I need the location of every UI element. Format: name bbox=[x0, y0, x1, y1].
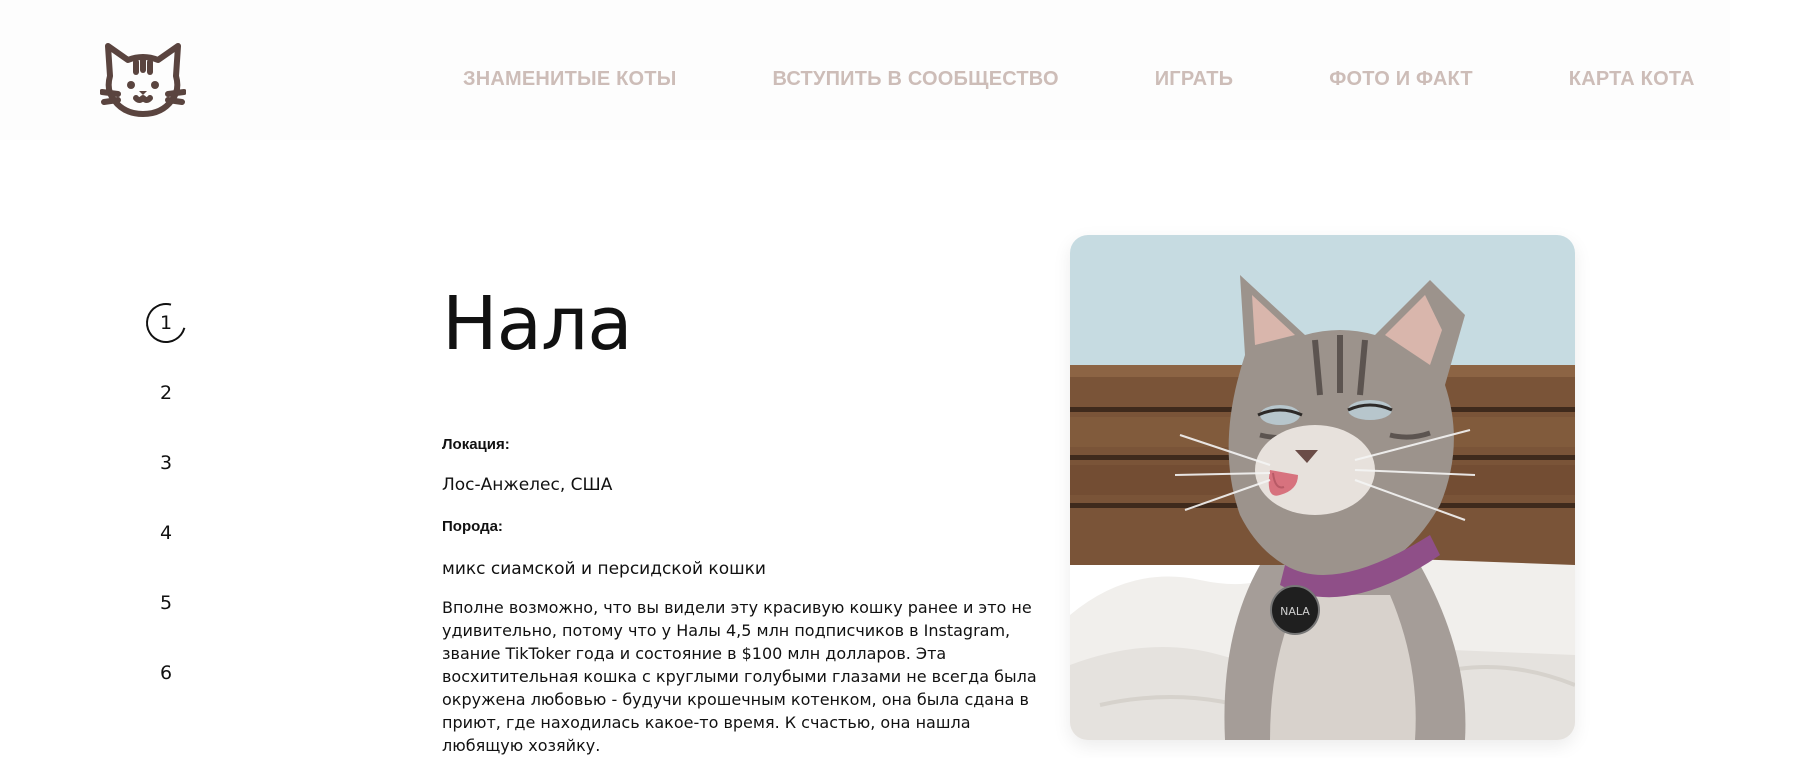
cat-description: Вполне возможно, что вы видели эту краси… bbox=[442, 598, 1037, 755]
breed-value: микс сиамской и персидской кошки bbox=[442, 559, 766, 579]
pager-item-4[interactable]: 4 bbox=[145, 512, 187, 554]
location-label: Локация: bbox=[442, 436, 510, 453]
pager-item-1[interactable]: 1 bbox=[145, 302, 187, 344]
breed-label: Порода: bbox=[442, 518, 503, 535]
pager-item-6[interactable]: 6 bbox=[145, 652, 187, 694]
cat-logo-icon[interactable] bbox=[100, 40, 186, 120]
pager-item-3[interactable]: 3 bbox=[145, 442, 187, 484]
main-nav: ЗНАМЕНИТЫЕ КОТЫ ВСТУПИТЬ В СООБЩЕСТВО ИГ… bbox=[463, 68, 1695, 91]
nav-famous-cats[interactable]: ЗНАМЕНИТЫЕ КОТЫ bbox=[463, 68, 677, 91]
location-value: Лос-Анжелес, США bbox=[442, 475, 613, 495]
pager-item-5[interactable]: 5 bbox=[145, 582, 187, 624]
pager-item-2[interactable]: 2 bbox=[145, 372, 187, 414]
cat-photo: NALA bbox=[1070, 235, 1575, 740]
nav-play[interactable]: ИГРАТЬ bbox=[1155, 68, 1234, 91]
nav-join-community[interactable]: ВСТУПИТЬ В СООБЩЕСТВО bbox=[773, 68, 1059, 91]
cat-name-heading: Нала bbox=[442, 281, 633, 367]
collar-tag-text: NALA bbox=[1280, 605, 1310, 618]
cat-info: Нала Локация: Лос-Анжелес, США Порода: м… bbox=[442, 280, 1047, 755]
page: ЗНАМЕНИТЫЕ КОТЫ ВСТУПИТЬ В СООБЩЕСТВО ИГ… bbox=[0, 0, 1806, 758]
nav-cat-map[interactable]: КАРТА КОТА bbox=[1569, 68, 1695, 91]
nav-photo-fact[interactable]: ФОТО И ФАКТ bbox=[1329, 68, 1473, 91]
